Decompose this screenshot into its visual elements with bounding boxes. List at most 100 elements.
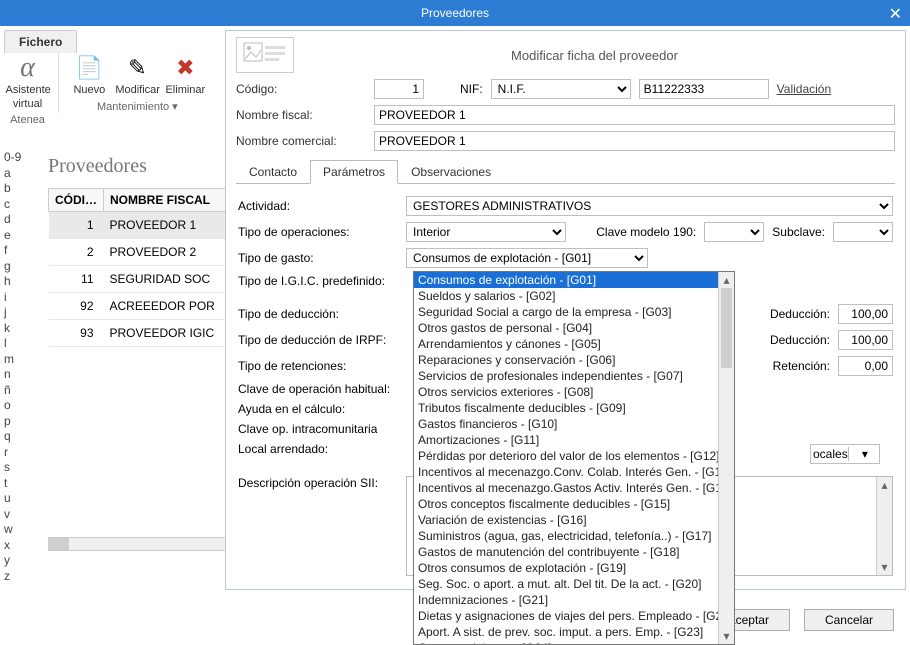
dropdown-option[interactable]: Variación de existencias - [G16] (414, 512, 734, 528)
cancelar-button[interactable]: Cancelar (804, 609, 894, 631)
alpha-s[interactable]: s (4, 460, 32, 476)
alpha-d[interactable]: d (4, 212, 32, 228)
scroll-thumb[interactable] (49, 538, 69, 550)
form-title: Modificar ficha del proveedor (294, 48, 895, 63)
alpha-t[interactable]: t (4, 476, 32, 492)
alpha-0-9[interactable]: 0-9 (4, 150, 32, 166)
dropdown-option[interactable]: Otros conceptos fiscalmente deducibles -… (414, 496, 734, 512)
alpha-m[interactable]: m (4, 352, 32, 368)
dropdown-option[interactable]: Pérdidas por deterioro del valor de los … (414, 448, 734, 464)
alpha-o[interactable]: o (4, 398, 32, 414)
nif-input[interactable] (639, 79, 769, 99)
dropdown-option[interactable]: Seg. Soc. o aport. a mut. alt. Del tit. … (414, 576, 734, 592)
grid-hscroll[interactable]: ▸ (48, 537, 238, 551)
table-row[interactable]: 1PROVEEDOR 1 (49, 212, 238, 239)
dropdown-option[interactable]: Gastos de manutención del contribuyente … (414, 544, 734, 560)
modify-button[interactable]: Modificar (113, 52, 161, 98)
pct-ret-input[interactable] (838, 356, 893, 376)
tab-contacto[interactable]: Contacto (236, 160, 310, 184)
dropdown-option[interactable]: Dietas y asignaciones de viajes del pers… (414, 608, 734, 624)
dropdown-option[interactable]: Incentivos al mecenazgo.Gastos Activ. In… (414, 480, 734, 496)
table-row[interactable]: 92ACREEEDOR POR (49, 293, 238, 320)
dropdown-option[interactable]: Sueldos y salarios - [G02] (414, 288, 734, 304)
alpha-j[interactable]: j (4, 305, 32, 321)
alpha-w[interactable]: w (4, 522, 32, 538)
dropdown-option[interactable]: Amortizaciones - [G11] (414, 432, 734, 448)
tab-observaciones[interactable]: Observaciones (398, 160, 504, 184)
alpha-x[interactable]: x (4, 538, 32, 554)
dropdown-option[interactable]: Aport. A sist. de prev. soc. imput. a pe… (414, 624, 734, 640)
dropdown-option[interactable]: Gastos financieros - [G10] (414, 416, 734, 432)
dropdown-option[interactable]: Servicios de profesionales independiente… (414, 368, 734, 384)
tab-parametros[interactable]: Parámetros (310, 160, 398, 184)
dropdown-option[interactable]: Reparaciones y conservación - [G06] (414, 352, 734, 368)
alpha-g[interactable]: g (4, 259, 32, 275)
alpha-v[interactable]: v (4, 507, 32, 523)
alpha-y[interactable]: y (4, 553, 32, 569)
locales-select[interactable]: ocales▾ (810, 444, 880, 464)
dropdown-option[interactable]: Incentivos al mecenazgo.Conv. Colab. Int… (414, 464, 734, 480)
alpha-h[interactable]: h (4, 274, 32, 290)
sheet-tab-fichero[interactable]: Fichero (4, 30, 77, 53)
alpha-index: 0-9abcdefghijklmnñopqrstuvwxyz (4, 150, 32, 584)
pct-ded2-input[interactable] (838, 330, 893, 350)
tipo-gasto-select[interactable]: Consumos de explotación - [G01] (406, 248, 648, 268)
nombre-comercial-input[interactable] (374, 131, 895, 151)
alpha-r[interactable]: r (4, 445, 32, 461)
dropdown-option[interactable]: Otros consumos de explotación - [G19] (414, 560, 734, 576)
alpha-f[interactable]: f (4, 243, 32, 259)
nif-type-select[interactable]: N.I.F. (491, 79, 631, 99)
dropdown-option[interactable]: Indemnizaciones - [G21] (414, 592, 734, 608)
table-row[interactable]: 93PROVEEDOR IGIC (49, 320, 238, 347)
alpha-u[interactable]: u (4, 491, 32, 507)
validacion-link[interactable]: Validación (777, 82, 831, 96)
subclave-select[interactable] (833, 222, 893, 242)
alpha-p[interactable]: p (4, 414, 32, 430)
dropdown-option[interactable]: Seguridad Social a cargo de la empresa -… (414, 304, 734, 320)
alpha-k[interactable]: k (4, 321, 32, 337)
scroll-thumb[interactable] (721, 288, 732, 368)
label-sii: Descripción operación SII: (238, 476, 398, 576)
col-codigo[interactable]: CÓDI… (49, 189, 104, 212)
alpha-n[interactable]: n (4, 367, 32, 383)
dropdown-option[interactable]: Consumos de explotación - [G01] (414, 272, 734, 288)
tipo-op-select[interactable]: Interior (406, 222, 566, 242)
label-nombre-fiscal: Nombre fiscal: (236, 108, 366, 122)
clave190-select[interactable] (704, 222, 764, 242)
codigo-input[interactable] (374, 79, 424, 99)
assistant-button[interactable]: α Asistente virtual (4, 52, 52, 112)
alpha-z[interactable]: z (4, 569, 32, 585)
scroll-down-icon[interactable]: ▾ (719, 628, 734, 644)
alpha-q[interactable]: q (4, 429, 32, 445)
alpha-c[interactable]: c (4, 197, 32, 213)
pct-ded1-input[interactable] (838, 304, 893, 324)
close-icon[interactable]: ✕ (889, 2, 902, 28)
nombre-fiscal-input[interactable] (374, 105, 895, 125)
scroll-up-icon[interactable]: ▴ (719, 272, 734, 288)
sii-scrollbar[interactable]: ▴▾ (876, 477, 892, 575)
tipo-gasto-dropdown[interactable]: Consumos de explotación - [G01]Sueldos y… (413, 271, 735, 645)
alpha-a[interactable]: a (4, 166, 32, 182)
dropdown-option[interactable]: Otros gastos de personal - [G04] (414, 320, 734, 336)
dropdown-option[interactable]: Suministros (agua, gas, electricidad, te… (414, 528, 734, 544)
dropdown-option[interactable]: Tributos fiscalmente deducibles - [G09] (414, 400, 734, 416)
actividad-select[interactable]: GESTORES ADMINISTRATIVOS (406, 196, 893, 216)
new-button[interactable]: Nuevo (65, 52, 113, 98)
table-row[interactable]: 11SEGURIDAD SOC (49, 266, 238, 293)
alpha-l[interactable]: l (4, 336, 32, 352)
delete-button[interactable]: Eliminar (161, 52, 209, 98)
locales-select-fragment: ocales▾ (810, 444, 880, 464)
table-row[interactable]: 2PROVEEDOR 2 (49, 239, 238, 266)
dropdown-scrollbar[interactable]: ▴ ▾ (718, 272, 734, 644)
label-clave-op: Clave de operación habitual: (238, 382, 398, 396)
label-local: Local arrendado: (238, 442, 398, 456)
edit-icon (115, 54, 159, 82)
dropdown-option[interactable]: Otros suministros - [G24] (414, 640, 734, 645)
alpha-ñ[interactable]: ñ (4, 383, 32, 399)
alpha-b[interactable]: b (4, 181, 32, 197)
alpha-e[interactable]: e (4, 228, 32, 244)
col-nombre[interactable]: NOMBRE FISCAL (104, 189, 238, 212)
dropdown-option[interactable]: Arrendamientos y cánones - [G05] (414, 336, 734, 352)
dropdown-option[interactable]: Otros servicios exteriores - [G08] (414, 384, 734, 400)
alpha-i[interactable]: i (4, 290, 32, 306)
